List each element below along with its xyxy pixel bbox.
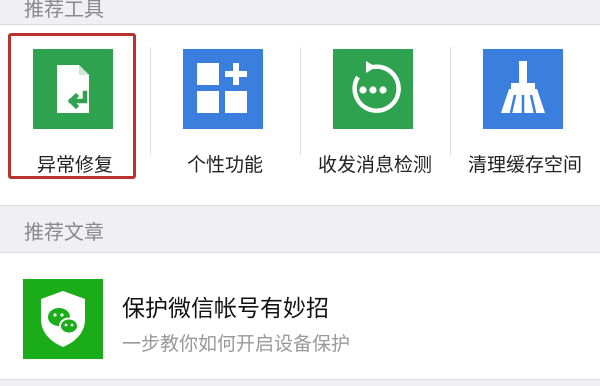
section-title-articles: 推荐文章 xyxy=(24,220,104,244)
tool-label: 收发消息检测 xyxy=(317,154,432,176)
highlight-box xyxy=(8,33,136,179)
section-title-tools: 推荐工具 xyxy=(24,0,104,21)
section-header-articles: 推荐文章 xyxy=(0,206,600,252)
tool-message-check[interactable]: 收发消息检测 xyxy=(300,25,450,207)
section-header-tools: 推荐工具 xyxy=(0,0,600,24)
wechat-shield-icon xyxy=(23,279,103,359)
tools-grid: 异常修复 个性功能 收发消息检测 清理缓存空间 xyxy=(0,24,600,206)
article-subtitle: 一步教你如何开启设备保护 xyxy=(122,333,351,355)
article-item[interactable]: 保护微信帐号有妙招 一步教你如何开启设备保护 xyxy=(0,252,600,380)
broom-icon xyxy=(483,49,563,129)
article-title: 保护微信帐号有妙招 xyxy=(122,296,329,322)
tool-clear-cache[interactable]: 清理缓存空间 xyxy=(450,25,600,207)
tool-personal-features[interactable]: 个性功能 xyxy=(150,25,300,207)
grid-plus-icon xyxy=(183,49,263,129)
tool-label: 清理缓存空间 xyxy=(467,154,582,176)
message-check-icon xyxy=(333,49,413,129)
tool-label: 个性功能 xyxy=(186,154,263,176)
